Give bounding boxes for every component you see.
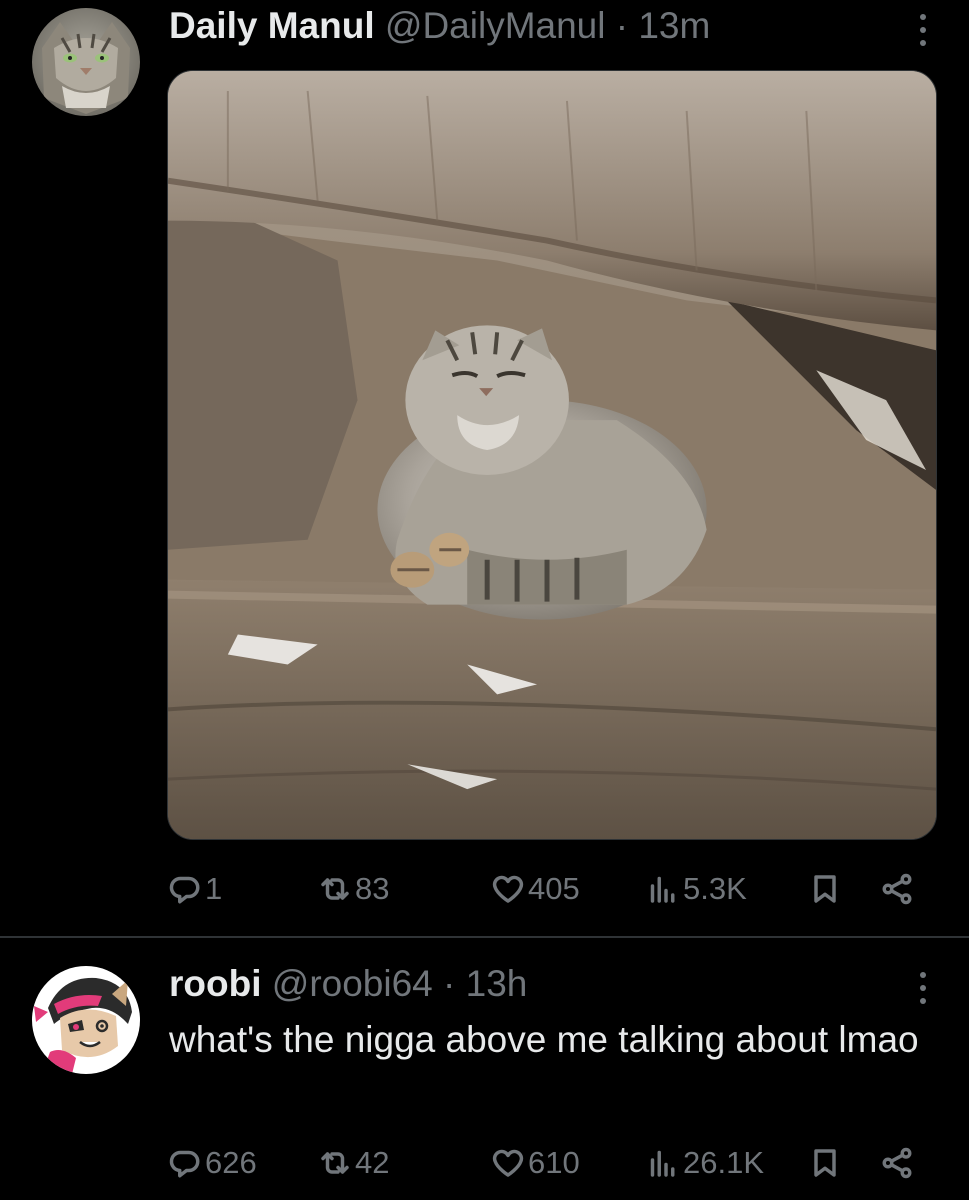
views-icon bbox=[650, 876, 675, 903]
views-button[interactable]: 5.3K bbox=[645, 864, 747, 914]
tweet[interactable]: roobi @roobi64 · 13h what's the nigga ab… bbox=[0, 938, 969, 1200]
heart-icon bbox=[492, 875, 524, 903]
separator-dot: · bbox=[615, 5, 629, 46]
more-dots-icon[interactable] bbox=[917, 10, 929, 50]
share-button[interactable] bbox=[879, 1138, 915, 1188]
retweet-count: 42 bbox=[355, 1145, 390, 1180]
bookmark-icon bbox=[814, 1149, 836, 1177]
reply-icon bbox=[169, 876, 200, 904]
retweet-count: 83 bbox=[355, 871, 390, 906]
like-button[interactable]: 610 bbox=[490, 1138, 580, 1188]
reply-button[interactable]: 1 bbox=[167, 864, 222, 914]
views-button[interactable]: 26.1K bbox=[645, 1138, 764, 1188]
user-handle[interactable]: @roobi64 bbox=[272, 963, 433, 1004]
views-icon bbox=[650, 1150, 675, 1177]
retweet-icon bbox=[321, 878, 349, 900]
tweet-header: Daily Manul @DailyManul · 13m bbox=[169, 4, 710, 48]
tweet[interactable]: Daily Manul @DailyManul · 13m 1 83 405 5… bbox=[0, 0, 969, 936]
retweet-button[interactable]: 42 bbox=[317, 1138, 389, 1188]
display-name[interactable]: roobi bbox=[169, 963, 261, 1004]
tweet-text: what's the nigga above me talking about … bbox=[169, 1019, 919, 1060]
manul-cat-photo[interactable] bbox=[167, 70, 937, 840]
reply-count: 626 bbox=[205, 1145, 257, 1180]
like-button[interactable]: 405 bbox=[490, 864, 580, 914]
like-count: 610 bbox=[528, 1145, 580, 1180]
reply-button[interactable]: 626 bbox=[167, 1138, 257, 1188]
bookmark-icon bbox=[814, 875, 836, 903]
share-icon bbox=[882, 873, 912, 905]
timestamp[interactable]: 13m bbox=[638, 5, 710, 46]
tweet-actions: 626 42 610 26.1K bbox=[167, 1138, 937, 1188]
reply-icon bbox=[169, 1150, 200, 1178]
separator-dot: · bbox=[443, 963, 456, 1004]
tweet-actions: 1 83 405 5.3K bbox=[167, 864, 937, 914]
bookmark-button[interactable] bbox=[807, 864, 843, 914]
heart-icon bbox=[492, 1149, 524, 1177]
view-count: 5.3K bbox=[683, 871, 747, 906]
manul-avatar[interactable] bbox=[32, 8, 140, 116]
cartoon-character-avatar[interactable] bbox=[32, 966, 140, 1074]
bookmark-button[interactable] bbox=[807, 1138, 843, 1188]
more-dots-icon[interactable] bbox=[917, 968, 929, 1008]
like-count: 405 bbox=[528, 871, 580, 906]
share-button[interactable] bbox=[879, 864, 915, 914]
view-count: 26.1K bbox=[683, 1145, 765, 1180]
timestamp[interactable]: 13h bbox=[466, 963, 528, 1004]
display-name[interactable]: Daily Manul bbox=[169, 5, 375, 46]
retweet-icon bbox=[321, 1152, 349, 1174]
user-handle[interactable]: @DailyManul bbox=[385, 5, 606, 46]
reply-count: 1 bbox=[205, 871, 223, 906]
retweet-button[interactable]: 83 bbox=[317, 864, 389, 914]
tweet-header: roobi @roobi64 · 13h bbox=[169, 962, 527, 1006]
share-icon bbox=[882, 1147, 912, 1179]
